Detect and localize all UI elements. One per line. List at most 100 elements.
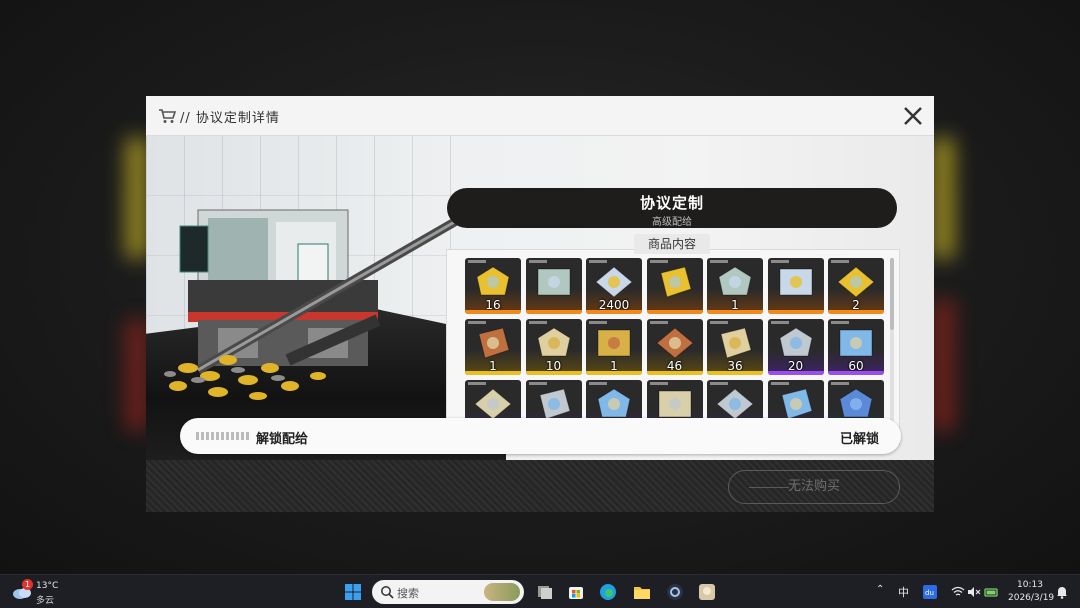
reward-item[interactable] <box>767 258 824 314</box>
arrows-bundle-icon <box>478 327 510 359</box>
task-view-icon[interactable] <box>535 582 555 602</box>
edge-browser-icon[interactable] <box>598 582 618 602</box>
rarity-bar <box>465 310 521 314</box>
ammo-crate-icon <box>839 329 873 357</box>
ticket-stack-icon <box>716 388 754 420</box>
wallpaper-card-icon <box>779 268 812 296</box>
character-card-icon <box>537 268 570 296</box>
rarity-bar <box>525 371 582 375</box>
search-highlight-image <box>484 583 520 601</box>
baidu-icon[interactable]: du <box>923 585 937 599</box>
unlock-status: 已解锁 <box>839 432 879 447</box>
item-tag <box>468 260 486 263</box>
clock-time: 10:13 <box>1017 580 1043 590</box>
rarity-bar <box>767 371 824 375</box>
item-tag <box>528 321 547 324</box>
volume-muted-icon[interactable] <box>967 586 981 598</box>
gold-ticket-icon <box>655 327 694 359</box>
battery-icon[interactable] <box>984 586 1000 598</box>
ime-indicator[interactable]: 中 <box>898 584 909 600</box>
close-icon[interactable] <box>902 105 924 127</box>
fire-device-icon <box>780 388 813 420</box>
rarity-bar <box>767 310 824 314</box>
bundle-name-banner: 协议定制 高级配给 <box>447 188 897 228</box>
rarity-bar <box>586 310 642 314</box>
item-tag <box>831 382 849 385</box>
reward-item[interactable]: 36 <box>707 319 763 375</box>
rarity-bar <box>586 371 642 375</box>
contents-scrollbar[interactable] <box>890 258 894 438</box>
rarity-bar <box>707 371 763 375</box>
show-hidden-icons[interactable]: ⌃ <box>876 584 884 595</box>
reward-item[interactable] <box>525 258 582 314</box>
reward-item[interactable]: 20 <box>767 319 824 375</box>
reward-item[interactable] <box>646 258 703 314</box>
unlock-label: 解锁配给 <box>256 432 309 447</box>
reward-item[interactable]: 1 <box>707 258 763 314</box>
item-tag <box>770 382 789 385</box>
notification-icon[interactable] <box>1056 585 1068 599</box>
wifi-icon[interactable] <box>951 586 965 598</box>
reward-item[interactable]: 46 <box>646 319 703 375</box>
glass-plate-icon <box>474 388 512 420</box>
windows-start-icon[interactable] <box>343 582 363 602</box>
taskbar-search[interactable]: 搜索 <box>372 580 524 604</box>
rarity-bar <box>465 371 521 375</box>
store-icon[interactable] <box>566 582 586 602</box>
glow-decoration <box>126 320 148 430</box>
buy-button[interactable]: 无法购买 <box>728 470 900 504</box>
reward-item[interactable]: 16 <box>465 258 521 314</box>
reward-item[interactable]: 10 <box>525 319 582 375</box>
shopping-cart-icon <box>159 109 176 123</box>
dialog-body: 协议定制 高级配给 1624001211014636206010455069万1… <box>146 136 934 460</box>
dialog-footer: 无法购买 <box>146 460 934 512</box>
contents-tab-label: 商品内容 <box>634 234 710 254</box>
item-tag <box>528 382 547 385</box>
reward-item[interactable]: 2400 <box>586 258 642 314</box>
button-decoration <box>749 487 789 488</box>
item-tag <box>649 382 668 385</box>
item-tag <box>528 260 547 263</box>
bundle-title: 协议定制 <box>639 194 704 212</box>
item-tag <box>589 260 607 263</box>
item-tag <box>831 260 849 263</box>
crown-icon <box>536 327 571 357</box>
weather-badge: 1 <box>22 579 33 590</box>
clock-date: 2026/3/19 <box>1008 593 1055 603</box>
item-tag <box>468 321 486 324</box>
dialog-header: // 协议定制详情 <box>146 96 934 136</box>
unlock-decoration <box>196 432 250 440</box>
glow-decoration <box>126 138 148 258</box>
item-tag <box>831 321 849 324</box>
unlock-row: 解锁配给 已解锁 <box>180 418 901 454</box>
gold-crystal-icon <box>476 266 510 296</box>
rarity-bar <box>646 310 703 314</box>
rarity-bar <box>525 310 582 314</box>
contents-panel: 1624001211014636206010455069万180975 <box>446 249 900 445</box>
bundle-detail-dialog: // 协议定制详情 协议定制 高级配给 16 2400 1 2 1 10 1 4… <box>146 96 934 512</box>
system-clock[interactable]: 10:13 2026/3/19 <box>1008 579 1055 605</box>
weather-widget[interactable]: 1 13°C 多云 <box>12 579 62 606</box>
file-explorer-icon[interactable] <box>632 582 652 602</box>
scrollbar-thumb[interactable] <box>890 258 894 330</box>
reward-item[interactable]: 1 <box>465 319 521 375</box>
reward-item[interactable]: 60 <box>828 319 884 375</box>
rarity-bar <box>828 371 884 375</box>
item-tag <box>710 382 728 385</box>
game-app-icon[interactable] <box>697 582 717 602</box>
reward-item[interactable]: 1 <box>586 319 642 375</box>
frame-card-icon <box>659 266 692 298</box>
app-icon[interactable] <box>665 582 685 602</box>
weapon-case-icon <box>718 266 752 296</box>
item-tag <box>649 321 668 324</box>
item-tag <box>589 382 607 385</box>
windows-taskbar: 1 13°C 多云 搜索 ⌃ 中 du 10:13 2026/3/19 <box>0 574 1080 608</box>
dice-cube-icon <box>720 327 752 359</box>
item-tag <box>468 382 486 385</box>
item-tag <box>649 260 668 263</box>
green-cube-icon <box>538 388 571 420</box>
glow-decoration <box>932 300 954 430</box>
item-tag <box>589 321 607 324</box>
bundle-subtitle: 高级配给 <box>652 217 692 228</box>
reward-item[interactable]: 2 <box>828 258 884 314</box>
